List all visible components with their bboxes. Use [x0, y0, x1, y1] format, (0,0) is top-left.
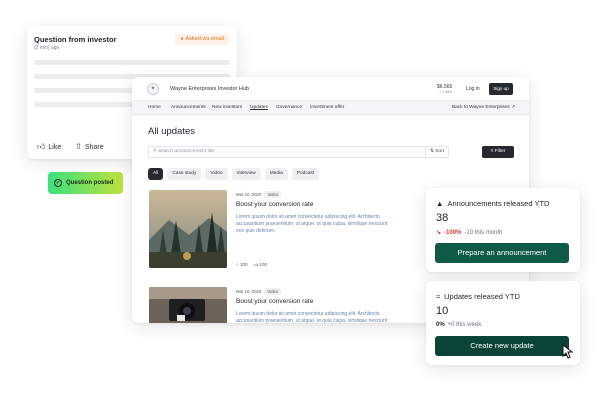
stat-change-value: 0% [436, 322, 445, 328]
post-description: Lorem ipsum dolor sit amet consectetur a… [236, 311, 388, 323]
comments-count: ○ 100 [236, 262, 248, 268]
stat-label-text: Announcements released YTD [447, 199, 550, 208]
nav-investment-offer[interactable]: Investment offer [310, 105, 344, 110]
post-tag: Video [264, 288, 282, 295]
hub-nav: Home Announcements New investors Updates… [132, 101, 529, 115]
pointer-cursor-icon [562, 344, 574, 359]
post-meta: Mar 10, 2020 Video [236, 288, 282, 295]
updates-stat-card: ≈ Updates released YTD 10 0% +0 this wee… [426, 281, 580, 365]
share-label: Share [84, 144, 104, 151]
stat-change: 0% +0 this week [436, 322, 481, 328]
stat-change-value: -100% [444, 229, 462, 236]
thumbs-up-icon: 👍︎ [37, 142, 46, 151]
megaphone-icon: ▲ [436, 199, 444, 208]
page-title: All updates [148, 126, 196, 137]
hub-header: ✦ Wayne Enterprises Investor Hub $6.565 … [132, 77, 529, 101]
nav-governance[interactable]: Governance [276, 105, 302, 110]
filter-button[interactable]: ≡ Filter [482, 146, 514, 158]
thumbs-up-icon: 👍︎ [253, 262, 259, 267]
post-date: Mar 10, 2020 [236, 289, 262, 294]
stat-value: 38 [436, 212, 449, 224]
hub-name: Wayne Enterprises Investor Hub [170, 86, 249, 92]
price-change: + 1.58% [439, 90, 453, 94]
signup-button[interactable]: Sign up [489, 83, 513, 95]
chip-case-study[interactable]: Case study [167, 168, 202, 180]
post-thumbnail[interactable] [149, 287, 227, 323]
login-link[interactable]: Log in [466, 86, 480, 92]
post-description: Lorem ipsum dolor sit amet consectetur a… [236, 214, 388, 234]
stat-label: ▲ Announcements released YTD [436, 199, 549, 208]
post-thumbnail[interactable] [149, 190, 227, 268]
prepare-announcement-button[interactable]: Prepare an announcement [435, 243, 569, 263]
stat-change-note: -10 this month [464, 229, 503, 236]
sort-label: Sort [435, 149, 444, 154]
like-label: Like [48, 144, 62, 151]
company-logo-icon: ✦ [147, 83, 159, 95]
question-actions: 👍︎ Like ⇧ Share [37, 142, 104, 152]
stat-value: 10 [436, 305, 449, 317]
chip-media[interactable]: Media [264, 168, 288, 180]
nav-updates[interactable]: Updates [250, 105, 268, 110]
nav-home[interactable]: Home [148, 105, 161, 110]
badge-label: Asked via email [185, 36, 224, 42]
share-price: $6.565 + 1.58% [437, 84, 452, 94]
nav-new-investors[interactable]: New investors [212, 105, 242, 110]
email-dot-icon: ● [180, 36, 184, 42]
toast-label: Question posted [66, 180, 114, 186]
trend-down-icon: ↘ [436, 230, 442, 236]
back-link-label: Back to Wayne Enterprises [451, 105, 510, 110]
post-tag: Video [264, 191, 282, 198]
likes-value: 100 [259, 262, 267, 267]
chip-all[interactable]: All [148, 168, 164, 180]
sort-button[interactable]: ⇅ Sort [424, 147, 444, 157]
search-input[interactable]: ⚲ Search announcement title ⇅ Sort [148, 146, 449, 158]
announcements-stat-card: ▲ Announcements released YTD 38 ↘ -100% … [426, 188, 580, 272]
share-icon: ⇧ [75, 142, 82, 151]
comments-value: 100 [239, 262, 248, 267]
wifi-icon: ≈ [436, 292, 441, 301]
post-title[interactable]: Boost your conversion rate [236, 298, 313, 305]
skeleton-line [34, 60, 230, 65]
camera-image [149, 287, 227, 323]
nav-announcements[interactable]: Announcements [171, 105, 206, 110]
chip-video[interactable]: Video [205, 168, 228, 180]
search-placeholder: Search announcement title [157, 149, 215, 154]
stat-label: ≈ Updates released YTD [436, 292, 520, 301]
external-link-icon: ↗ [510, 105, 515, 110]
post-meta: Mar 10, 2020 Video [236, 191, 282, 198]
question-title: Question from investor [34, 35, 117, 44]
create-new-update-button[interactable]: Create new update [435, 336, 569, 356]
likes-count: 👍︎ 100 [254, 262, 267, 268]
comment-icon: ○ [236, 262, 239, 267]
filter-icon: ≡ [490, 149, 494, 154]
like-button[interactable]: 👍︎ Like [37, 142, 61, 152]
question-posted-toast: ✓ Question posted [48, 172, 123, 194]
chip-podcast[interactable]: Podcast [291, 168, 320, 180]
post-title[interactable]: Boost your conversion rate [236, 201, 313, 208]
forest-image [149, 190, 227, 268]
back-link[interactable]: Back to Wayne Enterprises ↗ [452, 105, 515, 110]
question-time: (2 min) ago [34, 45, 60, 51]
check-circle-icon: ✓ [54, 179, 62, 187]
stat-change-note: +0 this week [447, 322, 482, 328]
share-button[interactable]: ⇧ Share [75, 142, 103, 152]
post-stats: ○ 100 👍︎ 100 [236, 262, 267, 268]
stat-label-text: Updates released YTD [444, 292, 520, 301]
asked-via-email-badge: ● Asked via email [175, 34, 229, 45]
stat-change: ↘ -100% -10 this month [436, 229, 503, 237]
search-icon: ⚲ [153, 149, 157, 154]
chip-interview[interactable]: Interview [231, 168, 261, 180]
category-chips: All Case study Video Interview Media Pod… [148, 168, 320, 180]
post-date: Mar 10, 2020 [236, 192, 262, 197]
filter-label: Filter [494, 149, 506, 154]
